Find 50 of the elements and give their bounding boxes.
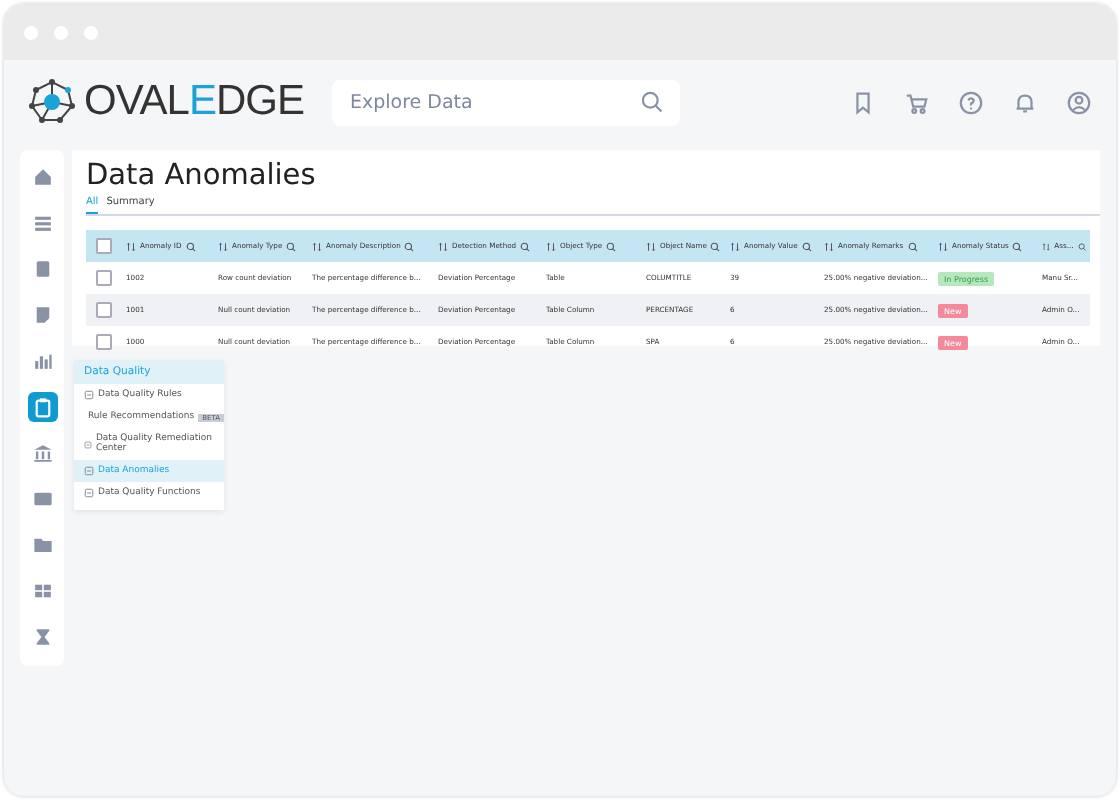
bookmark-icon[interactable] [850,89,876,115]
search-icon[interactable] [185,241,196,251]
search-icon[interactable] [640,89,664,113]
logo-icon [28,78,76,126]
page-icon [31,304,53,326]
rule-icon [84,488,94,498]
folder-icon [31,534,53,556]
bank-icon [31,442,53,464]
clipboard-icon [31,396,53,418]
sort-icon[interactable] [438,241,448,251]
grid-icon [31,580,53,602]
sort-icon[interactable] [938,241,948,251]
sort-icon[interactable] [1042,241,1051,251]
search-icon[interactable] [1012,241,1023,251]
search-icon[interactable] [801,241,812,251]
chart-icon [31,350,53,372]
search-field[interactable]: Explore Data [332,80,680,126]
sort-icon[interactable] [218,241,228,251]
logo-text: OVALEDGE [84,78,304,126]
checkbox[interactable] [96,334,112,350]
search-icon[interactable] [286,241,297,251]
hourglass-icon [31,626,53,648]
page-title: Data Anomalies [86,160,318,192]
sort-icon[interactable] [312,241,322,251]
search-icon[interactable] [606,241,617,251]
search-icon[interactable] [404,241,415,251]
home-icon [31,166,53,188]
checkbox[interactable] [96,270,112,286]
cart-icon[interactable] [904,89,930,115]
sort-icon[interactable] [646,241,656,251]
sort-icon[interactable] [730,241,740,251]
rule-icon [84,390,94,400]
sort-icon[interactable] [546,241,556,251]
help-icon[interactable] [958,89,984,115]
search-icon[interactable] [710,241,721,251]
search-icon[interactable] [907,241,918,251]
search-icon[interactable] [1077,241,1086,251]
nav-button[interactable] [27,392,57,422]
rule-icon [84,439,92,449]
card-icon [31,488,53,510]
search-icon[interactable] [520,241,531,251]
rule-icon [84,466,94,476]
list-icon [31,212,53,234]
sort-icon[interactable] [824,241,834,251]
sort-icon[interactable] [126,241,136,251]
doc-icon [31,258,53,280]
checkbox[interactable] [96,302,112,318]
user-icon[interactable] [1066,89,1092,115]
checkbox[interactable] [96,238,112,254]
bell-icon[interactable] [1012,89,1038,115]
